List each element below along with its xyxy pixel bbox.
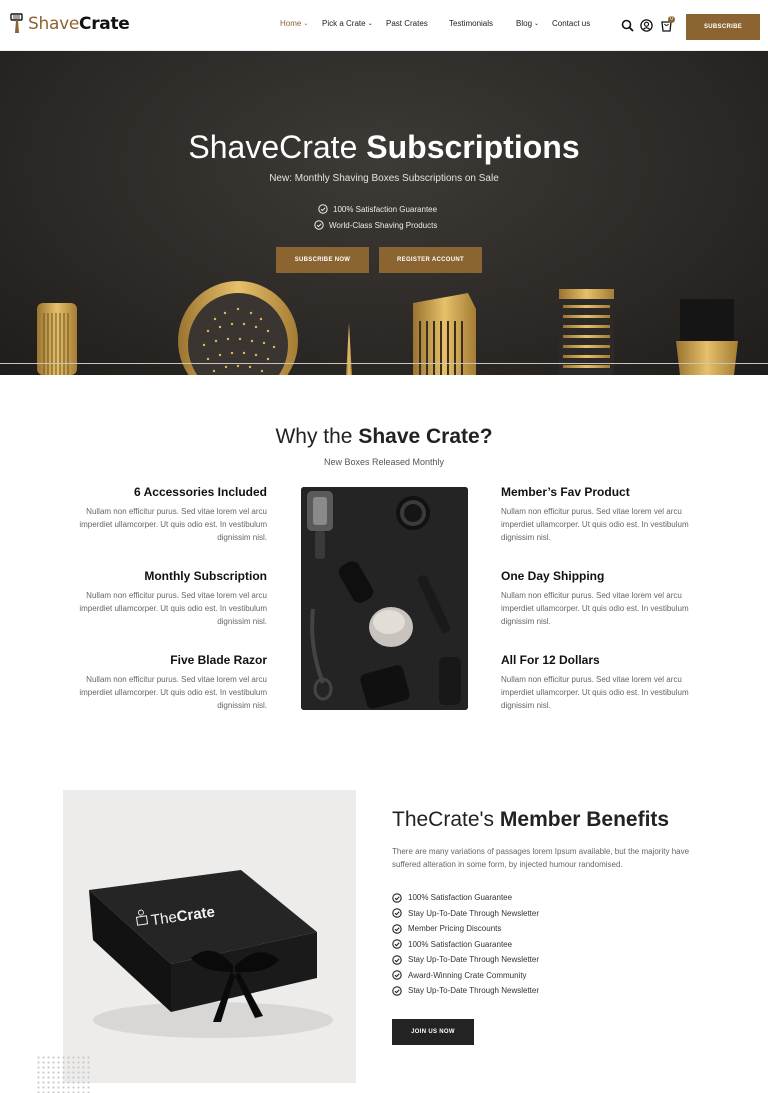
- why-section-title: Why the Shave Crate?: [275, 425, 493, 448]
- check-circle-icon: [314, 220, 324, 230]
- chevron-down-icon: ⌄: [367, 21, 373, 27]
- check-circle-icon: [392, 893, 402, 903]
- feature-members-fav-product: Member’s Fav Product Nullam non efficitu…: [501, 485, 689, 542]
- check-circle-icon: [392, 986, 402, 996]
- check-circle-icon: [392, 970, 402, 980]
- box-logo-the: The: [150, 909, 178, 929]
- feature-monthly-subscription: Monthly Subscription Nullam non efficitu…: [79, 569, 267, 626]
- feature-all-for-12-dollars: All For 12 Dollars Nullam non efficitur …: [501, 653, 689, 710]
- subscribe-now-button[interactable]: SUBSCRIBE NOW: [276, 247, 369, 273]
- subscribe-button[interactable]: SUBSCRIBE: [686, 14, 760, 40]
- check-circle-icon: [392, 955, 402, 965]
- grooming-tools-image: [37, 281, 738, 375]
- join-us-now-button[interactable]: JOIN US NOW: [392, 1019, 474, 1045]
- logo[interactable]: ShaveCrate: [8, 12, 130, 36]
- benefit-item: Stay Up-To-Date Through Newsletter: [392, 952, 539, 968]
- feature-accessories: 6 Accessories Included Nullam non effici…: [79, 485, 267, 542]
- benefit-item: Award-Winning Crate Community: [392, 968, 539, 984]
- hero-divider: [0, 363, 768, 364]
- nav-testimonials[interactable]: Testimonials: [449, 19, 509, 28]
- benefits-title: TheCrate's Member Benefits: [392, 808, 670, 831]
- benefits-description: There are many variations of passages lo…: [392, 847, 690, 869]
- hero-banner: ShaveCrate Subscriptions New: Monthly Sh…: [0, 51, 768, 375]
- decorative-dots: [36, 1055, 90, 1093]
- chevron-down-icon: ⌄: [534, 21, 540, 27]
- logo-crate-text: Crate: [79, 14, 130, 34]
- shaving-kit-image: [301, 487, 468, 710]
- feature-one-day-shipping: One Day Shipping Nullam non efficitur pu…: [501, 569, 689, 626]
- check-circle-icon: [318, 204, 328, 214]
- site-header: ShaveCrate Home ⌄ Pick a Crate ⌄ Past Crat…: [0, 0, 768, 51]
- benefit-item: 100% Satisfaction Guarantee: [392, 890, 539, 906]
- nav-blog[interactable]: Blog ⌄: [516, 19, 546, 28]
- the-crate-box-image: TheCrate: [63, 790, 356, 1083]
- nav-past-crates[interactable]: Past Crates: [386, 19, 436, 28]
- feature-five-blade-razor: Five Blade Razor Nullam non efficitur pu…: [79, 653, 267, 710]
- cart-count-badge: 0: [668, 16, 675, 23]
- benefit-item: Stay Up-To-Date Through Newsletter: [392, 906, 539, 922]
- register-account-button[interactable]: REGISTER ACCOUNT: [379, 247, 482, 273]
- user-icon[interactable]: [640, 19, 653, 32]
- hero-title: ShaveCrate Subscriptions: [188, 129, 580, 165]
- hero-check-list: 100% Satisfaction Guarantee World-Class …: [314, 201, 437, 233]
- nav-pick-a-crate[interactable]: Pick a Crate ⌄: [322, 19, 382, 28]
- benefit-item: 100% Satisfaction Guarantee: [392, 937, 539, 953]
- check-circle-icon: [392, 924, 402, 934]
- why-section-subtitle: New Boxes Released Monthly: [323, 457, 445, 467]
- hero-subtitle: New: Monthly Shaving Boxes Subscriptions…: [269, 173, 499, 184]
- benefit-item: Stay Up-To-Date Through Newsletter: [392, 983, 539, 999]
- benefit-item: Member Pricing Discounts: [392, 921, 539, 937]
- chevron-down-icon: ⌄: [303, 21, 309, 27]
- benefits-list: 100% Satisfaction Guarantee Stay Up-To-D…: [392, 890, 539, 999]
- check-circle-icon: [392, 908, 402, 918]
- nav-contact-us[interactable]: Contact us: [552, 19, 602, 28]
- logo-shave-text: Shave: [28, 14, 80, 34]
- nav-home[interactable]: Home ⌄: [280, 19, 308, 28]
- hero-check-item: World-Class Shaving Products: [314, 217, 437, 233]
- hero-check-item: 100% Satisfaction Guarantee: [318, 201, 437, 217]
- check-circle-icon: [392, 939, 402, 949]
- search-icon[interactable]: [621, 19, 634, 32]
- razor-logo-icon: [10, 13, 23, 33]
